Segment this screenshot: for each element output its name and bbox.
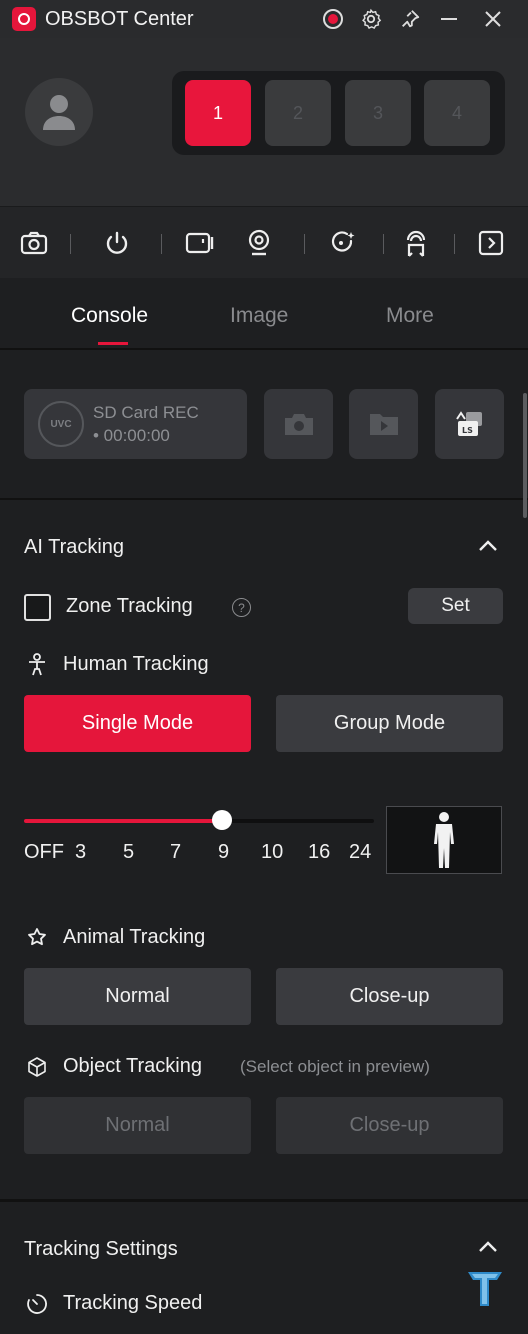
refresh-sparkle-icon[interactable] [328,228,358,258]
tab-more[interactable]: More [386,304,434,328]
slider-tick: 16 [308,841,331,863]
human-icon [29,653,45,676]
device-slot-2[interactable]: 2 [265,80,331,146]
pin-icon[interactable] [397,6,423,32]
animal-tracking-label: Animal Tracking [63,926,206,948]
app-title: OBSBOT Center [45,8,194,30]
ai-tracking-title: AI Tracking [24,536,125,558]
gear-icon[interactable] [358,6,384,32]
single-mode-button[interactable]: Single Mode [24,695,251,752]
slider-tick: 3 [75,841,87,863]
tracking-settings-section: Tracking Settings Tracking Speed [0,1205,528,1334]
tracking-settings-title: Tracking Settings [24,1238,178,1260]
animal-normal-button[interactable]: Normal [24,968,251,1025]
toolbar-divider [454,234,455,254]
group-mode-button[interactable]: Group Mode [276,695,503,752]
record-indicator-icon[interactable] [320,6,346,32]
toolbar [0,206,528,278]
zone-tracking-checkbox[interactable] [24,594,51,621]
set-button[interactable]: Set [408,588,503,624]
slider-tick: 24 [349,841,372,863]
tab-console[interactable]: Console [71,304,148,328]
title-bar: OBSBOT Center [0,0,528,38]
object-tracking-label: Object Tracking [63,1055,202,1077]
webcam-icon[interactable] [244,228,274,258]
full-body-silhouette-icon [434,812,454,868]
object-normal-button[interactable]: Normal [24,1097,251,1154]
help-icon[interactable]: ? [232,598,251,617]
human-tracking-label: Human Tracking [63,653,209,675]
sidebar-toggle-icon[interactable] [476,228,506,258]
device-slot-4[interactable]: 4 [424,80,490,146]
slider-tick: 7 [170,841,182,863]
object-tracking-hint: (Select object in preview) [240,1057,430,1076]
animal-icon [28,928,46,946]
close-icon[interactable] [480,6,506,32]
toolbar-divider [161,234,162,254]
device-header: 1 2 3 4 [0,38,528,206]
device-slot-group: 1 2 3 4 [172,71,505,155]
toolbar-divider [304,234,305,254]
slider-tick: 5 [123,841,135,863]
chevron-up-icon[interactable] [476,534,500,558]
video-camera-icon[interactable] [185,228,215,258]
power-icon[interactable] [102,228,132,258]
chevron-up-icon[interactable] [476,1235,500,1259]
minimize-icon[interactable] [436,6,462,32]
photo-button[interactable] [264,389,333,459]
object-closeup-button[interactable]: Close-up [276,1097,503,1154]
app-logo-icon [12,7,36,31]
tracking-slider-fill [24,819,222,823]
watermark-logo [468,1272,502,1306]
camera-icon[interactable] [19,228,49,258]
tracking-speed-label: Tracking Speed [63,1292,203,1314]
toolbar-divider [383,234,384,254]
ls-switch-button[interactable]: LS [435,389,504,459]
active-tab-indicator [98,342,128,345]
uvc-badge: UVC [38,401,84,447]
ls-switch-icon: LS [455,411,482,436]
slider-tick: OFF [24,841,64,863]
camera-icon [284,414,313,435]
ai-tracking-section: AI Tracking Zone Tracking ? Set Human Tr… [0,502,528,1202]
slider-tick: 10 [261,841,284,863]
svg-text:LS: LS [462,426,473,435]
avatar[interactable] [25,78,93,146]
sd-card-rec-button[interactable]: UVC SD Card REC • 00:00:00 [24,389,247,459]
recording-section: UVC SD Card REC • 00:00:00 LS [0,350,528,500]
tab-image[interactable]: Image [230,304,288,328]
toolbar-divider [70,234,71,254]
cube-icon [28,1057,46,1077]
tracking-slider-thumb[interactable] [212,810,232,830]
folder-play-icon [369,414,398,435]
framing-preview [386,806,502,874]
user-icon [43,95,75,130]
speed-gauge-icon [27,1294,47,1314]
gallery-button[interactable] [349,389,418,459]
tracker-icon[interactable] [401,228,431,258]
rec-label: SD Card REC [93,403,199,422]
rec-time: • 00:00:00 [93,426,170,445]
scrollbar[interactable] [523,393,527,518]
device-slot-3[interactable]: 3 [345,80,411,146]
device-slot-1[interactable]: 1 [185,80,251,146]
tab-bar: Console Image More [0,278,528,350]
animal-closeup-button[interactable]: Close-up [276,968,503,1025]
zone-tracking-label: Zone Tracking [66,595,193,617]
slider-tick: 9 [218,841,230,863]
